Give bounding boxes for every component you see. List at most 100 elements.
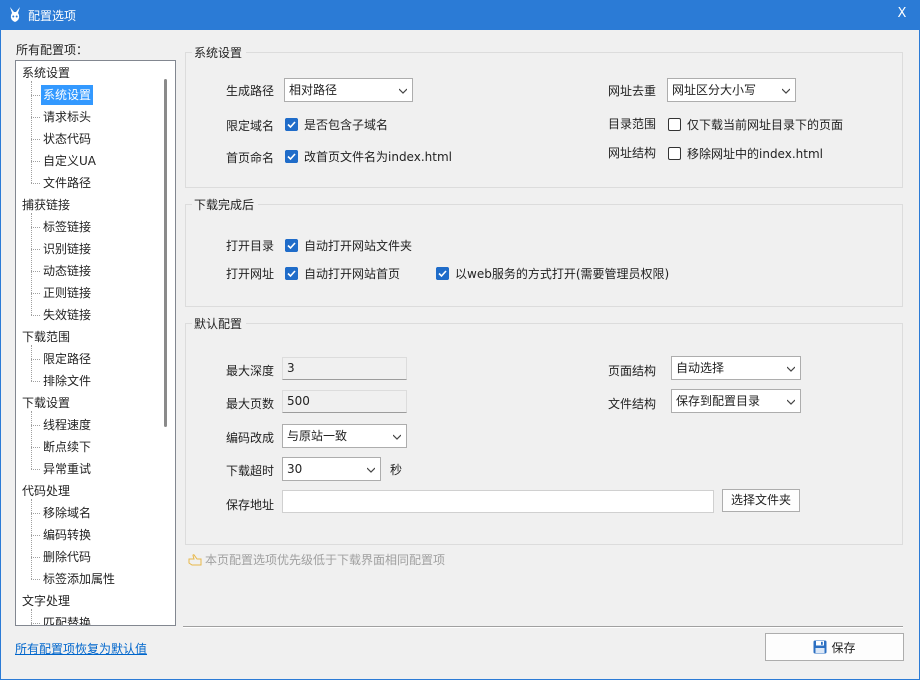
page-structure-select-value: 自动选择 xyxy=(676,361,725,375)
checked-checkbox-icon xyxy=(285,267,298,280)
tree-label: 所有配置项： xyxy=(16,43,89,57)
file-structure-label: 文件结构 xyxy=(608,397,657,411)
unchecked-checkbox-icon xyxy=(668,118,681,131)
tree-category-text[interactable]: 文字处理 xyxy=(22,591,70,611)
tree-item-match-replace[interactable]: 匹配替换 xyxy=(41,613,93,625)
open-folder-checkbox[interactable]: 自动打开网站文件夹 xyxy=(285,237,412,254)
chevron-down-icon xyxy=(787,366,795,372)
chevron-down-icon xyxy=(787,399,795,405)
tree-item-retry[interactable]: 异常重试 xyxy=(41,459,93,479)
page-structure-select[interactable]: 自动选择 xyxy=(671,356,801,380)
rabbit-logo-icon xyxy=(10,7,20,22)
url-structure-label: 网址结构 xyxy=(608,146,657,160)
after-download-title: 下载完成后 xyxy=(192,196,259,213)
tree-category-capture[interactable]: 捕获链接 xyxy=(22,195,70,215)
timeout-select[interactable]: 30 xyxy=(282,457,381,481)
priority-hint-text: 本页配置选项优先级低于下载界面相同配置项 xyxy=(205,553,446,567)
domain-label: 限定域名 xyxy=(226,119,275,133)
tree-item-regex-links[interactable]: 正则链接 xyxy=(41,283,93,303)
subdomain-checkbox[interactable]: 是否包含子域名 xyxy=(285,116,388,133)
max-pages-input[interactable]: 500 xyxy=(282,390,407,413)
file-structure-select-value: 保存到配置目录 xyxy=(676,394,761,408)
file-structure-select[interactable]: 保存到配置目录 xyxy=(671,389,801,413)
tree-scrollbar[interactable] xyxy=(164,79,167,427)
tree-item-tag-links[interactable]: 标签链接 xyxy=(41,217,93,237)
tree-item-system-settings[interactable]: 系统设置 xyxy=(41,85,94,105)
homepage-label: 首页命名 xyxy=(226,151,275,165)
encoding-select[interactable]: 与原站一致 xyxy=(282,424,407,448)
chevron-down-icon xyxy=(782,88,790,94)
current-dir-only-checkbox[interactable]: 仅下载当前网址目录下的页面 xyxy=(668,116,843,133)
encoding-select-value: 与原站一致 xyxy=(287,429,348,443)
page-structure-label: 页面结构 xyxy=(608,364,657,378)
max-pages-label: 最大页数 xyxy=(226,397,275,411)
config-tree[interactable]: 系统设置 系统设置 请求标头 状态代码 自定义UA 文件路径 捕获链接 标签链接… xyxy=(15,60,176,626)
tree-category-download-range[interactable]: 下载范围 xyxy=(22,327,70,347)
open-homepage-checkbox-label: 自动打开网站首页 xyxy=(304,267,401,281)
tree-item-status-codes[interactable]: 状态代码 xyxy=(41,129,93,149)
subdomain-checkbox-label: 是否包含子域名 xyxy=(304,118,389,132)
path-select-value: 相对路径 xyxy=(289,83,338,97)
save-button-label: 保存 xyxy=(831,640,856,655)
pointing-hand-icon xyxy=(188,553,202,565)
system-settings-title: 系统设置 xyxy=(192,44,247,61)
tree-category-download-settings[interactable]: 下载设置 xyxy=(22,393,70,413)
footer-separator xyxy=(183,626,903,628)
max-depth-input[interactable]: 3 xyxy=(282,357,407,380)
unchecked-checkbox-icon xyxy=(668,147,681,160)
path-label: 生成路径 xyxy=(226,84,275,98)
rename-index-checkbox[interactable]: 改首页文件名为index.html xyxy=(285,148,452,165)
tree-item-dynamic-links[interactable]: 动态链接 xyxy=(41,261,93,281)
remove-index-checkbox[interactable]: 移除网址中的index.html xyxy=(668,145,823,162)
dir-range-label: 目录范围 xyxy=(608,117,657,131)
tree-item-resume[interactable]: 断点续下 xyxy=(41,437,93,457)
close-button[interactable]: X xyxy=(892,4,912,24)
choose-folder-button[interactable]: 选择文件夹 xyxy=(722,489,800,512)
max-depth-label: 最大深度 xyxy=(226,364,275,378)
window-title: 配置选项 xyxy=(28,9,77,23)
save-path-label: 保存地址 xyxy=(226,498,275,512)
tree-item-dead-links[interactable]: 失效链接 xyxy=(41,305,93,325)
save-disk-icon xyxy=(813,640,827,654)
title-bar: 配置选项 X xyxy=(0,0,920,30)
web-service-checkbox-label: 以web服务的方式打开(需要管理员权限) xyxy=(455,267,670,281)
open-url-label: 打开网址 xyxy=(226,267,275,281)
window-border-left xyxy=(0,30,1,680)
tree-item-exclude-files[interactable]: 排除文件 xyxy=(41,371,93,391)
tree-item-delete-code[interactable]: 删除代码 xyxy=(41,547,93,567)
checked-checkbox-icon xyxy=(436,267,449,280)
open-dir-label: 打开目录 xyxy=(226,239,275,253)
tree-category-system[interactable]: 系统设置 xyxy=(22,63,70,83)
tree-item-custom-ua[interactable]: 自定义UA xyxy=(41,151,98,171)
tree-item-request-headers[interactable]: 请求标头 xyxy=(41,107,93,127)
encoding-label: 编码改成 xyxy=(226,431,275,445)
checked-checkbox-icon xyxy=(285,239,298,252)
save-button[interactable]: 保存 xyxy=(765,633,904,661)
dedupe-label: 网址去重 xyxy=(608,84,657,98)
chevron-down-icon xyxy=(367,467,375,473)
chevron-down-icon xyxy=(393,434,401,440)
tree-item-detect-links[interactable]: 识别链接 xyxy=(41,239,93,259)
remove-index-checkbox-label: 移除网址中的index.html xyxy=(687,147,823,161)
tree-item-remove-domain[interactable]: 移除域名 xyxy=(41,503,93,523)
tree-item-tag-attribute[interactable]: 标签添加属性 xyxy=(41,569,117,589)
tree-item-encoding-convert[interactable]: 编码转换 xyxy=(41,525,93,545)
path-select[interactable]: 相对路径 xyxy=(284,78,413,102)
open-folder-checkbox-label: 自动打开网站文件夹 xyxy=(304,239,413,253)
reset-defaults-link[interactable]: 所有配置项恢复为默认值 xyxy=(15,640,147,657)
web-service-checkbox[interactable]: 以web服务的方式打开(需要管理员权限) xyxy=(436,265,669,282)
after-download-group xyxy=(185,204,903,307)
priority-hint: 本页配置选项优先级低于下载界面相同配置项 xyxy=(188,551,445,568)
checked-checkbox-icon xyxy=(285,150,298,163)
open-homepage-checkbox[interactable]: 自动打开网站首页 xyxy=(285,265,400,282)
tree-item-thread-speed[interactable]: 线程速度 xyxy=(41,415,93,435)
chevron-down-icon xyxy=(399,88,407,94)
dedupe-select[interactable]: 网址区分大小写 xyxy=(667,78,796,102)
tree-item-limit-path[interactable]: 限定路径 xyxy=(41,349,93,369)
timeout-unit: 秒 xyxy=(390,463,403,477)
dedupe-select-value: 网址区分大小写 xyxy=(672,83,757,97)
default-config-title: 默认配置 xyxy=(192,315,247,332)
save-path-input[interactable] xyxy=(282,490,714,513)
tree-item-file-path[interactable]: 文件路径 xyxy=(41,173,93,193)
tree-category-code[interactable]: 代码处理 xyxy=(22,481,70,501)
